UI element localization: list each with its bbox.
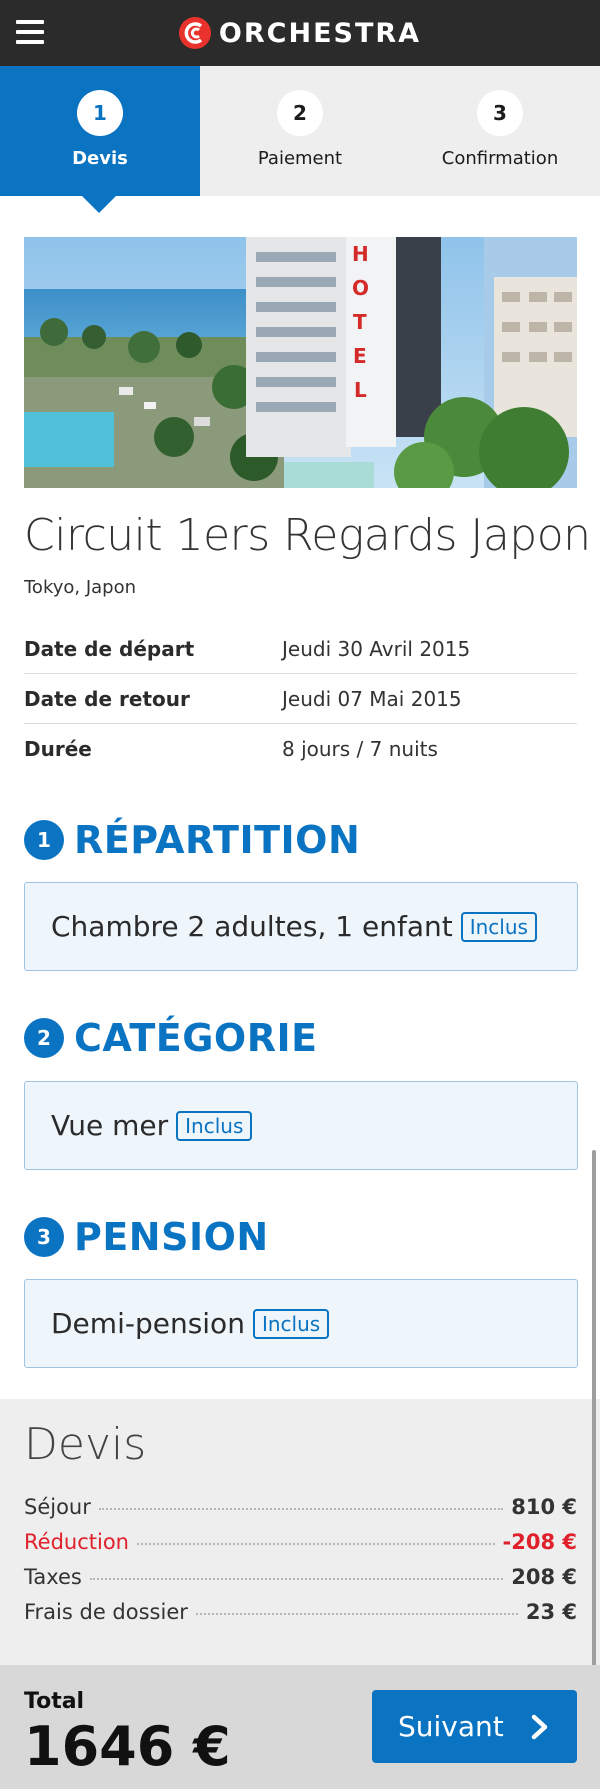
option-label: Demi-pension bbox=[51, 1307, 245, 1340]
quote-line-sejour: Séjour 810 € bbox=[24, 1495, 577, 1530]
section-number: 2 bbox=[24, 1018, 64, 1058]
section-pension-header: 3 PENSION bbox=[24, 1215, 269, 1259]
checkout-steps: 1 Devis 2 Paiement 3 Confirmation bbox=[0, 66, 600, 196]
brand-name: ORCHESTRA bbox=[218, 17, 422, 49]
pension-option[interactable]: Demi-pension Inclus bbox=[24, 1279, 578, 1368]
trip-info-table: Date de départ Jeudi 30 Avril 2015 Date … bbox=[24, 624, 577, 774]
section-title: RÉPARTITION bbox=[74, 818, 361, 862]
trip-title: Circuit 1ers Regards Japon bbox=[24, 510, 591, 561]
info-row-return: Date de retour Jeudi 07 Mai 2015 bbox=[24, 674, 577, 724]
included-badge: Inclus bbox=[252, 1308, 330, 1339]
trip-location: Tokyo, Japon bbox=[24, 577, 137, 598]
quote-line-amount: 208 € bbox=[511, 1565, 577, 1589]
hotel-sign: T bbox=[353, 310, 367, 334]
quote-line-label: Taxes bbox=[24, 1565, 82, 1589]
included-badge: Inclus bbox=[176, 1110, 253, 1141]
leader-dots bbox=[136, 1543, 495, 1545]
step-number: 3 bbox=[477, 90, 523, 136]
info-row-departure: Date de départ Jeudi 30 Avril 2015 bbox=[24, 624, 577, 674]
info-key: Durée bbox=[24, 737, 92, 761]
quote-title: Devis bbox=[24, 1419, 147, 1470]
brand[interactable]: ORCHESTRA bbox=[0, 16, 600, 50]
active-step-pointer bbox=[82, 196, 116, 213]
info-value: Jeudi 30 Avril 2015 bbox=[282, 636, 471, 661]
info-key: Date de retour bbox=[24, 686, 190, 711]
section-number: 1 bbox=[24, 820, 64, 860]
info-key: Date de départ bbox=[24, 636, 195, 661]
step-label: Paiement bbox=[257, 148, 343, 169]
info-row-duration: Durée 8 jours / 7 nuits bbox=[24, 724, 577, 774]
scrollbar[interactable] bbox=[592, 1150, 596, 1710]
option-label: Chambre 2 adultes, 1 enfant bbox=[51, 910, 453, 943]
quote-line-label: Réduction bbox=[24, 1530, 129, 1554]
hotel-sign: O bbox=[352, 276, 369, 300]
quote-line-label: Frais de dossier bbox=[24, 1600, 188, 1624]
leader-dots bbox=[89, 1578, 504, 1580]
info-value: 8 jours / 7 nuits bbox=[282, 737, 438, 761]
step-devis[interactable]: 1 Devis bbox=[0, 66, 200, 196]
step-number: 1 bbox=[77, 90, 123, 136]
step-label: Devis bbox=[72, 148, 128, 169]
total-label: Total bbox=[24, 1689, 85, 1714]
checkout-footer: Total 1646 € Suivant bbox=[0, 1665, 600, 1789]
next-button[interactable]: Suivant bbox=[372, 1690, 577, 1763]
quote-panel: Devis Séjour 810 € Réduction -208 € Taxe… bbox=[0, 1399, 600, 1665]
quote-line-amount: 810 € bbox=[511, 1495, 577, 1519]
section-categorie-header: 2 CATÉGORIE bbox=[24, 1016, 318, 1060]
section-title: CATÉGORIE bbox=[74, 1016, 318, 1060]
leader-dots bbox=[195, 1613, 518, 1615]
hotel-sign: H bbox=[352, 242, 369, 266]
hotel-sign: L bbox=[354, 378, 367, 402]
section-number: 3 bbox=[24, 1217, 64, 1257]
step-number: 2 bbox=[277, 90, 323, 136]
quote-line-label: Séjour bbox=[24, 1495, 91, 1519]
next-button-label: Suivant bbox=[398, 1710, 504, 1743]
step-paiement[interactable]: 2 Paiement bbox=[200, 66, 400, 196]
info-value: Jeudi 07 Mai 2015 bbox=[282, 686, 462, 711]
quote-lines: Séjour 810 € Réduction -208 € Taxes 208 … bbox=[24, 1495, 577, 1635]
included-badge: Inclus bbox=[460, 911, 537, 942]
section-repartition-header: 1 RÉPARTITION bbox=[24, 818, 360, 862]
step-confirmation[interactable]: 3 Confirmation bbox=[400, 66, 600, 196]
categorie-option[interactable]: Vue mer Inclus bbox=[24, 1081, 578, 1170]
section-title: PENSION bbox=[74, 1215, 269, 1259]
orchestra-logo-icon bbox=[178, 17, 211, 49]
quote-line-reduction: Réduction -208 € bbox=[24, 1530, 577, 1565]
quote-line-amount: -208 € bbox=[502, 1530, 577, 1554]
hotel-photo: H O T E L bbox=[24, 237, 577, 488]
quote-line-amount: 23 € bbox=[525, 1600, 577, 1624]
quote-line-taxes: Taxes 208 € bbox=[24, 1565, 577, 1600]
total-value: 1646 € bbox=[24, 1715, 231, 1778]
quote-line-frais: Frais de dossier 23 € bbox=[24, 1600, 577, 1635]
leader-dots bbox=[98, 1508, 504, 1510]
repartition-option[interactable]: Chambre 2 adultes, 1 enfant Inclus bbox=[24, 882, 578, 971]
chevron-right-icon bbox=[531, 1714, 548, 1740]
option-label: Vue mer bbox=[51, 1109, 169, 1142]
top-bar: ORCHESTRA bbox=[0, 0, 600, 66]
step-label: Confirmation bbox=[441, 148, 559, 169]
hotel-sign: E bbox=[353, 344, 367, 368]
